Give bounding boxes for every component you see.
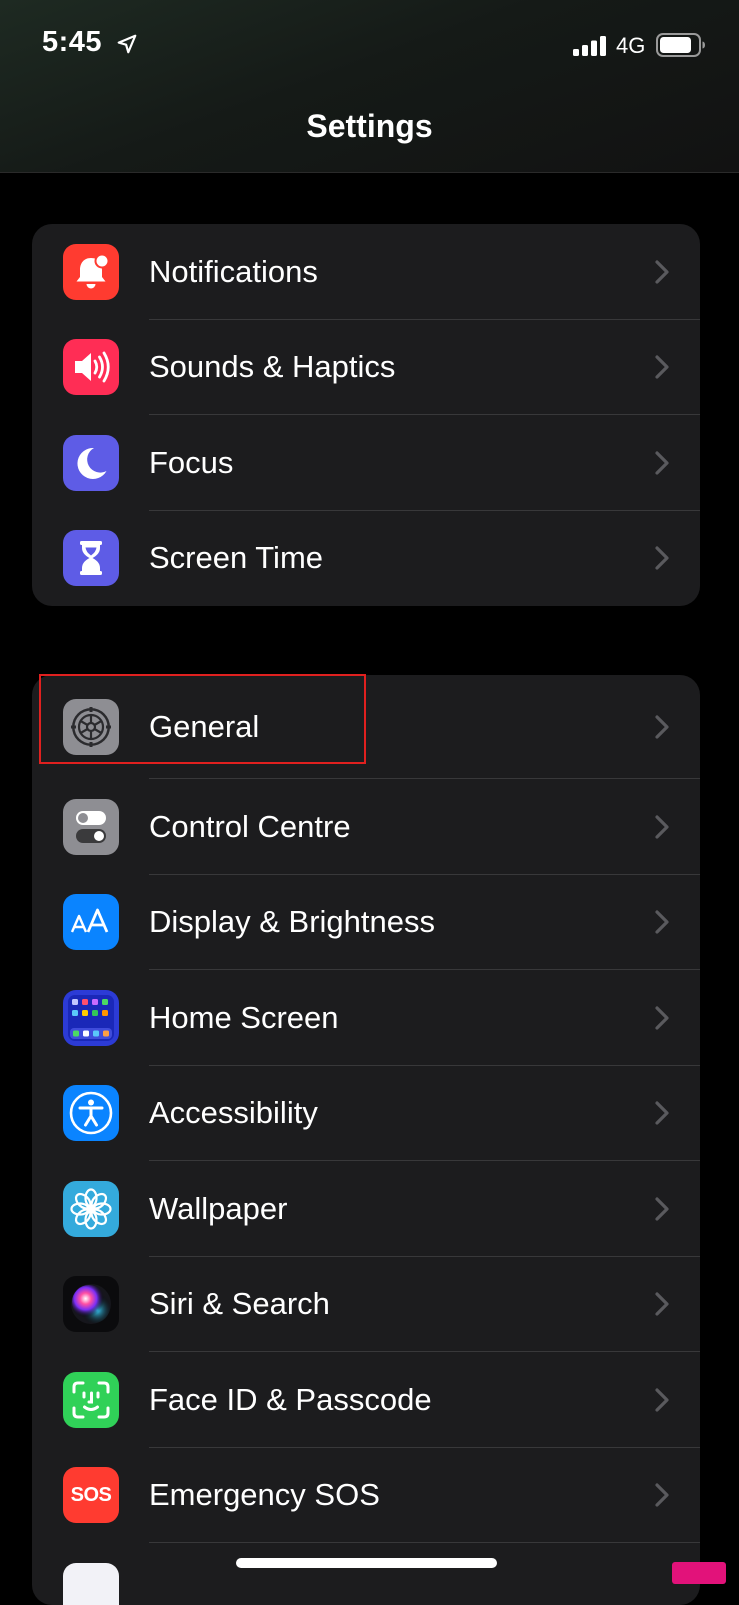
location-arrow-icon [117, 34, 137, 54]
settings-row-display-brightness[interactable]: Display & Brightness [32, 875, 700, 970]
settings-row-next-partial[interactable] [32, 1543, 700, 1605]
face-id-icon [63, 1371, 119, 1428]
settings-row-label: Accessibility [149, 1095, 318, 1131]
settings-row-label: Focus [149, 444, 234, 480]
settings-group-general: General Control Centre Display & Brightn… [32, 675, 700, 1605]
accessibility-icon [63, 1085, 119, 1142]
chevron-right-icon [655, 1197, 669, 1221]
app-grid-icon [63, 989, 119, 1046]
speaker-icon [63, 339, 119, 396]
highlight-annotation [39, 674, 366, 764]
toggles-icon [63, 798, 119, 855]
settings-group-notifications: Notifications Sounds & Haptics Focus Scr… [32, 224, 700, 606]
settings-row-label: Emergency SOS [149, 1477, 380, 1513]
chevron-right-icon [655, 1006, 669, 1030]
chevron-right-icon [655, 546, 669, 570]
settings-row-notifications[interactable]: Notifications [32, 224, 700, 320]
settings-row-label: Screen Time [149, 540, 324, 576]
chevron-right-icon [655, 355, 669, 379]
settings-row-label: Control Centre [149, 808, 351, 844]
network-type: 4G [616, 33, 646, 58]
settings-row-label: Display & Brightness [149, 904, 436, 940]
siri-icon [63, 1276, 119, 1333]
settings-row-label: Siri & Search [149, 1286, 330, 1322]
settings-row-label: Sounds & Haptics [149, 349, 396, 385]
settings-row-screen-time[interactable]: Screen Time [32, 511, 700, 607]
chevron-right-icon [655, 910, 669, 934]
settings-row-label: Notifications [149, 253, 318, 289]
chevron-right-icon [655, 1101, 669, 1125]
text-size-icon [63, 894, 119, 951]
settings-row-wallpaper[interactable]: Wallpaper [32, 1161, 700, 1257]
chevron-right-icon [655, 1483, 669, 1507]
settings-row-sounds-haptics[interactable]: Sounds & Haptics [32, 320, 700, 415]
settings-row-accessibility[interactable]: Accessibility [32, 1066, 700, 1161]
home-indicator[interactable] [236, 1558, 497, 1568]
page-title: Settings [306, 108, 433, 144]
hourglass-icon [63, 530, 119, 587]
settings-row-label: Face ID & Passcode [149, 1381, 432, 1417]
chevron-right-icon [655, 815, 669, 839]
sos-icon-text: SOS [70, 1483, 112, 1506]
cellular-signal-icon [573, 36, 606, 56]
chevron-right-icon [655, 451, 669, 475]
battery-icon [656, 33, 705, 57]
chevron-right-icon [655, 1388, 669, 1412]
settings-row-siri-search[interactable]: Siri & Search [32, 1257, 700, 1352]
chevron-right-icon [655, 260, 669, 284]
navigation-header: 5:45 4G Settings [0, 0, 739, 173]
corner-watermark-badge [672, 1562, 726, 1584]
sos-icon: SOS [63, 1467, 119, 1524]
flower-icon [63, 1180, 119, 1237]
chevron-right-icon [655, 715, 669, 739]
settings-row-control-centre[interactable]: Control Centre [32, 779, 700, 875]
moon-icon [63, 434, 119, 491]
settings-row-label: Home Screen [149, 999, 339, 1035]
settings-row-home-screen[interactable]: Home Screen [32, 970, 700, 1066]
settings-row-focus[interactable]: Focus [32, 415, 700, 511]
settings-row-face-id-passcode[interactable]: Face ID & Passcode [32, 1352, 700, 1448]
notifications-icon [63, 243, 119, 300]
chevron-right-icon [655, 1292, 669, 1316]
settings-row-emergency-sos[interactable]: SOS Emergency SOS [32, 1448, 700, 1543]
status-time: 5:45 [42, 26, 103, 58]
settings-row-label: Wallpaper [149, 1190, 288, 1226]
